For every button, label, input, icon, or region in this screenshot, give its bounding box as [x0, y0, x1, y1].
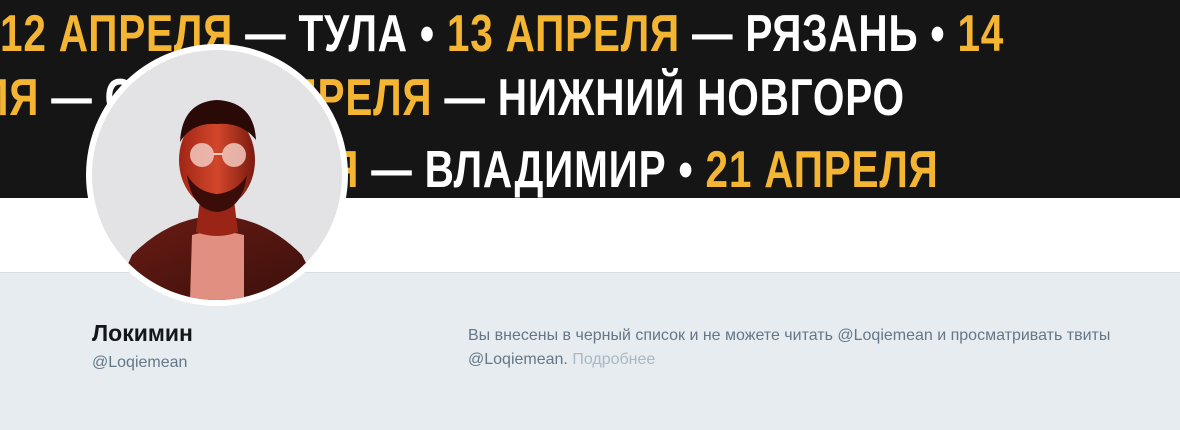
- banner-text: 21 АПРЕЛЯ: [705, 141, 939, 198]
- profile-avatar[interactable]: [86, 44, 348, 306]
- profile-name: Локимин: [92, 320, 193, 346]
- profile-handle: @Loqiemean: [92, 354, 188, 371]
- blocked-notice-text: Вы внесены в черный список и не можете ч…: [468, 327, 1111, 368]
- avatar-photo: [92, 50, 342, 300]
- banner-text: ЛЯ: [0, 69, 40, 127]
- banner-text: 14: [957, 5, 1005, 63]
- banner-text: — ВЛАДИМИР •: [359, 141, 706, 198]
- learn-more-link[interactable]: Подробнее: [572, 351, 655, 368]
- profile-page: 12 АПРЕЛЯ — ТУЛА • 13 АПРЕЛЯ — РЯЗАНЬ • …: [0, 0, 1180, 430]
- person-portrait-icon: [112, 100, 324, 300]
- banner-row-3: ЛЯ — ВЛАДИМИР • 21 АПРЕЛЯ: [300, 140, 939, 198]
- banner-text: 13 АПРЕЛЯ: [446, 5, 680, 63]
- banner-text: — РЯЗАНЬ •: [679, 5, 958, 63]
- banner-text: — НИЖНИЙ НОВГОРО: [432, 69, 905, 127]
- blocked-notice: Вы внесены в черный список и не можете ч…: [468, 324, 1158, 372]
